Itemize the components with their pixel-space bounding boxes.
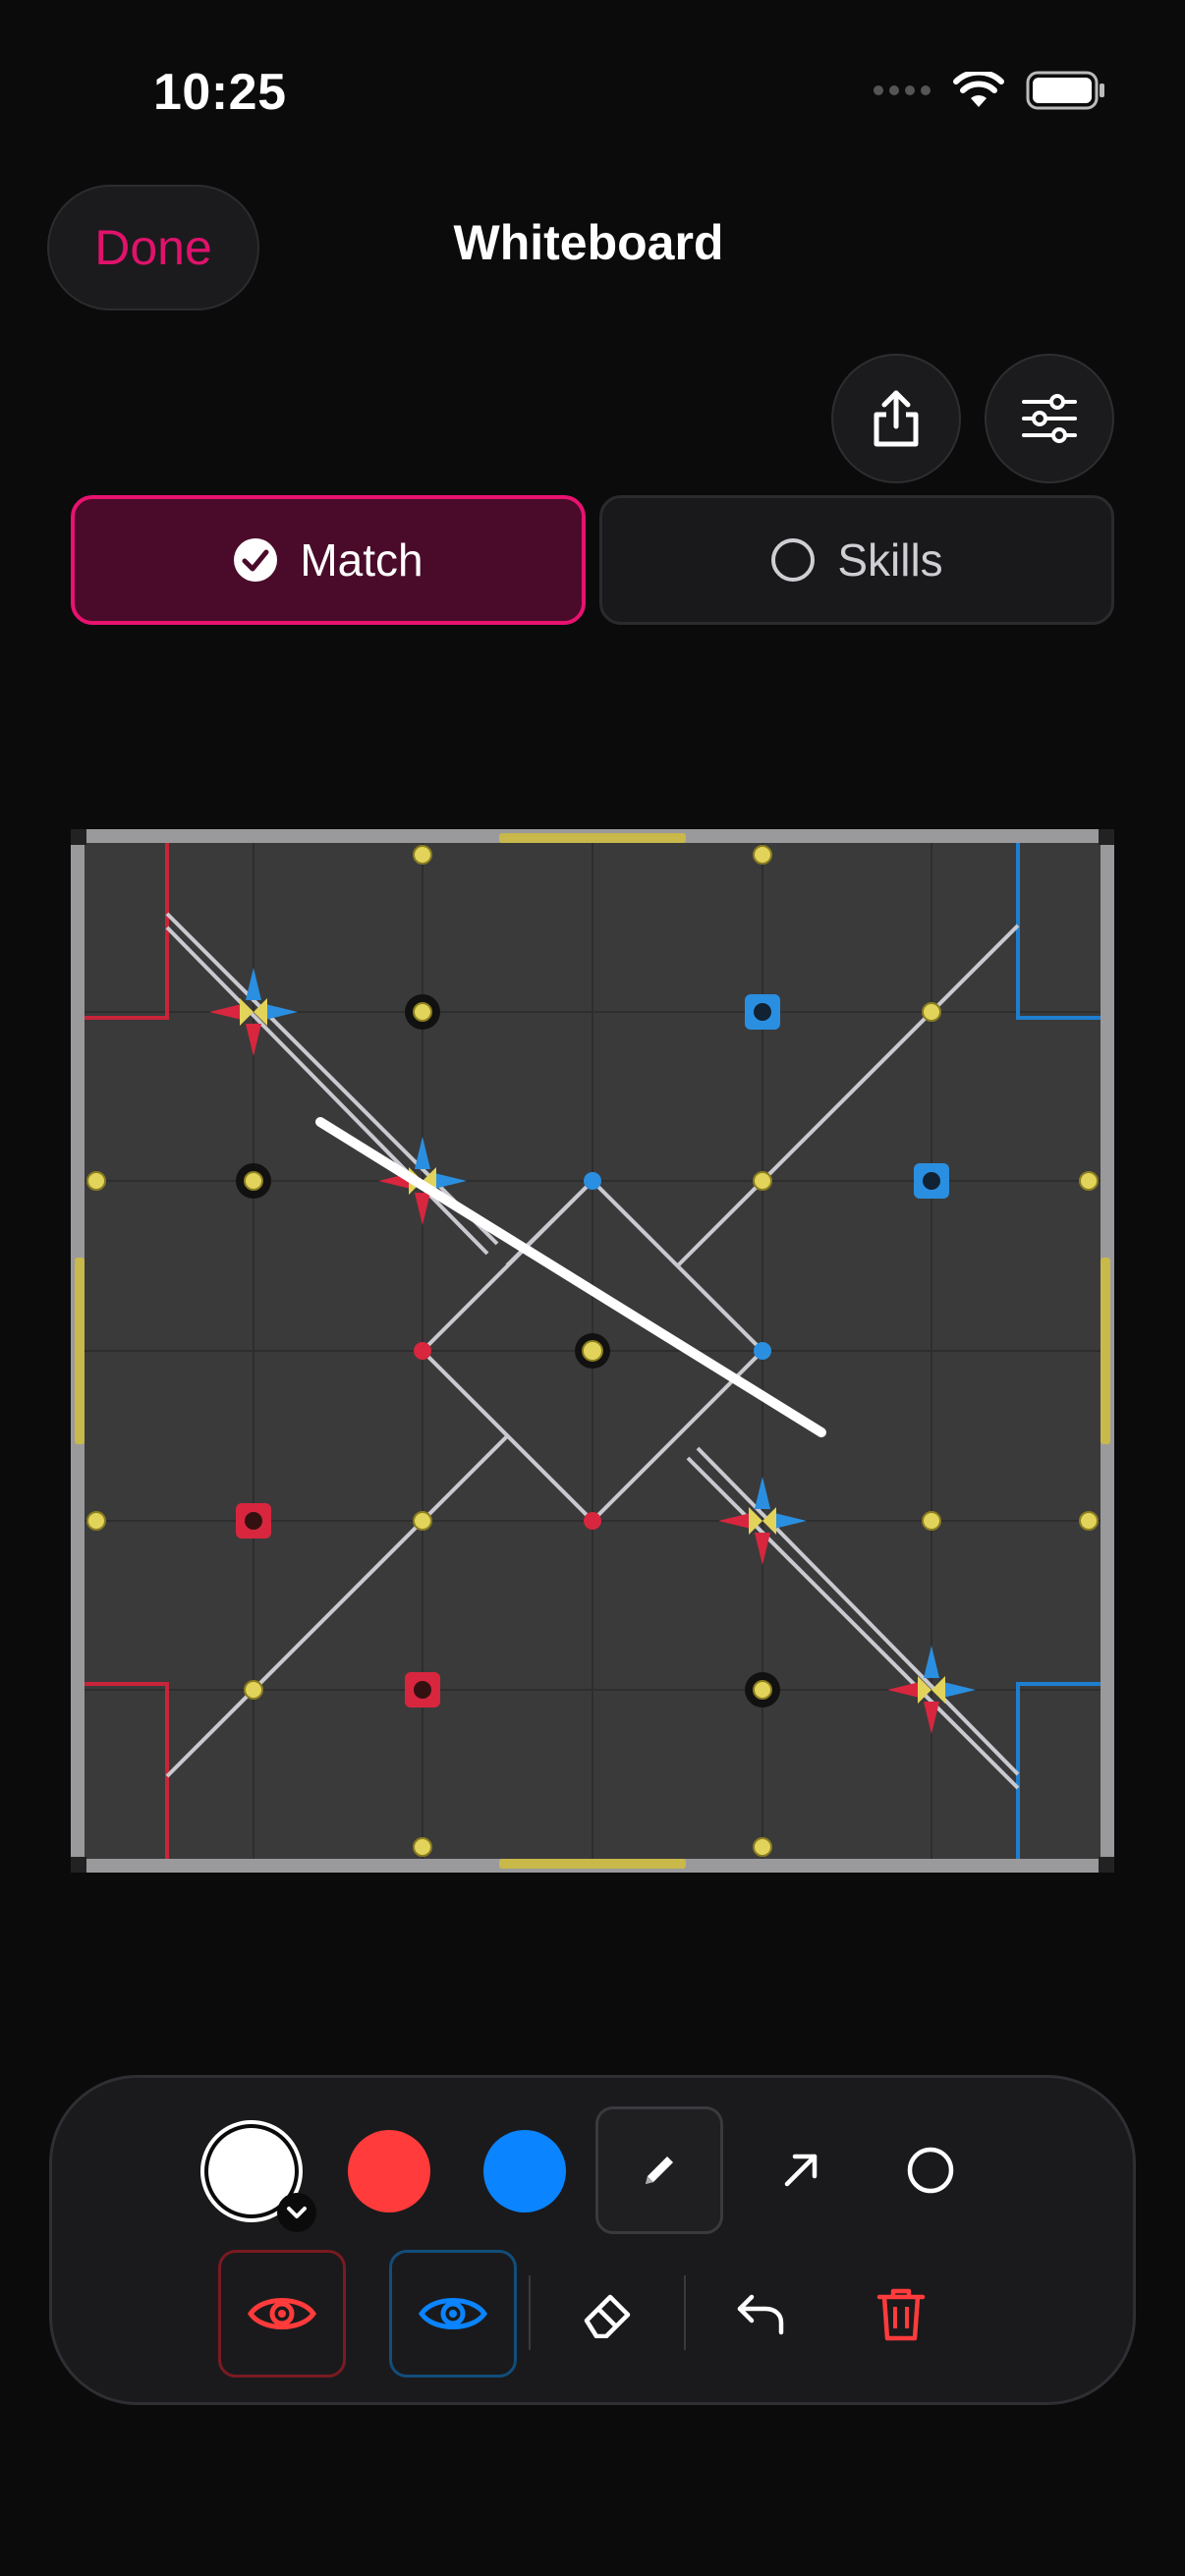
wifi-icon [953, 72, 1004, 107]
tab-match[interactable]: Match [71, 495, 586, 625]
chevron-down-icon [287, 2207, 307, 2218]
checkmark-circle-icon [234, 538, 278, 582]
status-time: 10:25 [153, 64, 287, 121]
tab-match-label: Match [300, 534, 423, 586]
tab-skills[interactable]: Skills [599, 495, 1114, 625]
share-button[interactable] [831, 354, 961, 483]
toolbar-divider [529, 2275, 531, 2350]
toggle-blue-visibility-button[interactable] [389, 2250, 517, 2378]
eraser-button[interactable] [564, 2269, 652, 2358]
signal-dots-icon [874, 85, 931, 95]
tab-skills-label: Skills [837, 534, 943, 586]
pencil-tool-button[interactable] [595, 2106, 723, 2234]
circle-icon [907, 2147, 954, 2194]
red-eye-icon [247, 2298, 317, 2329]
circle-tool-button[interactable] [886, 2126, 975, 2214]
undo-icon [737, 2294, 784, 2335]
sliders-icon [1022, 394, 1077, 443]
battery-icon [1026, 71, 1104, 110]
eraser-icon [584, 2294, 631, 2338]
undo-button[interactable] [715, 2269, 804, 2358]
page-title-text: Whiteboard [453, 215, 724, 270]
color-red-swatch[interactable] [348, 2130, 430, 2212]
toggle-red-visibility-button[interactable] [218, 2250, 346, 2378]
field-canvas[interactable] [71, 829, 1114, 1873]
settings-button[interactable] [985, 354, 1114, 483]
pencil-icon [646, 2156, 673, 2184]
toolbar-divider [684, 2275, 686, 2350]
clear-all-button[interactable] [857, 2269, 945, 2358]
arrow-tool-button[interactable] [757, 2126, 845, 2214]
arrow-icon [784, 2154, 818, 2187]
share-icon [874, 390, 919, 447]
empty-circle-icon [771, 538, 816, 582]
blue-eye-icon [418, 2298, 488, 2329]
trash-icon [876, 2288, 926, 2341]
color-picker-chevron[interactable] [277, 2193, 316, 2232]
status-icons [873, 71, 1106, 110]
page-title: Whiteboard [0, 214, 1185, 271]
color-blue-swatch[interactable] [483, 2130, 566, 2212]
